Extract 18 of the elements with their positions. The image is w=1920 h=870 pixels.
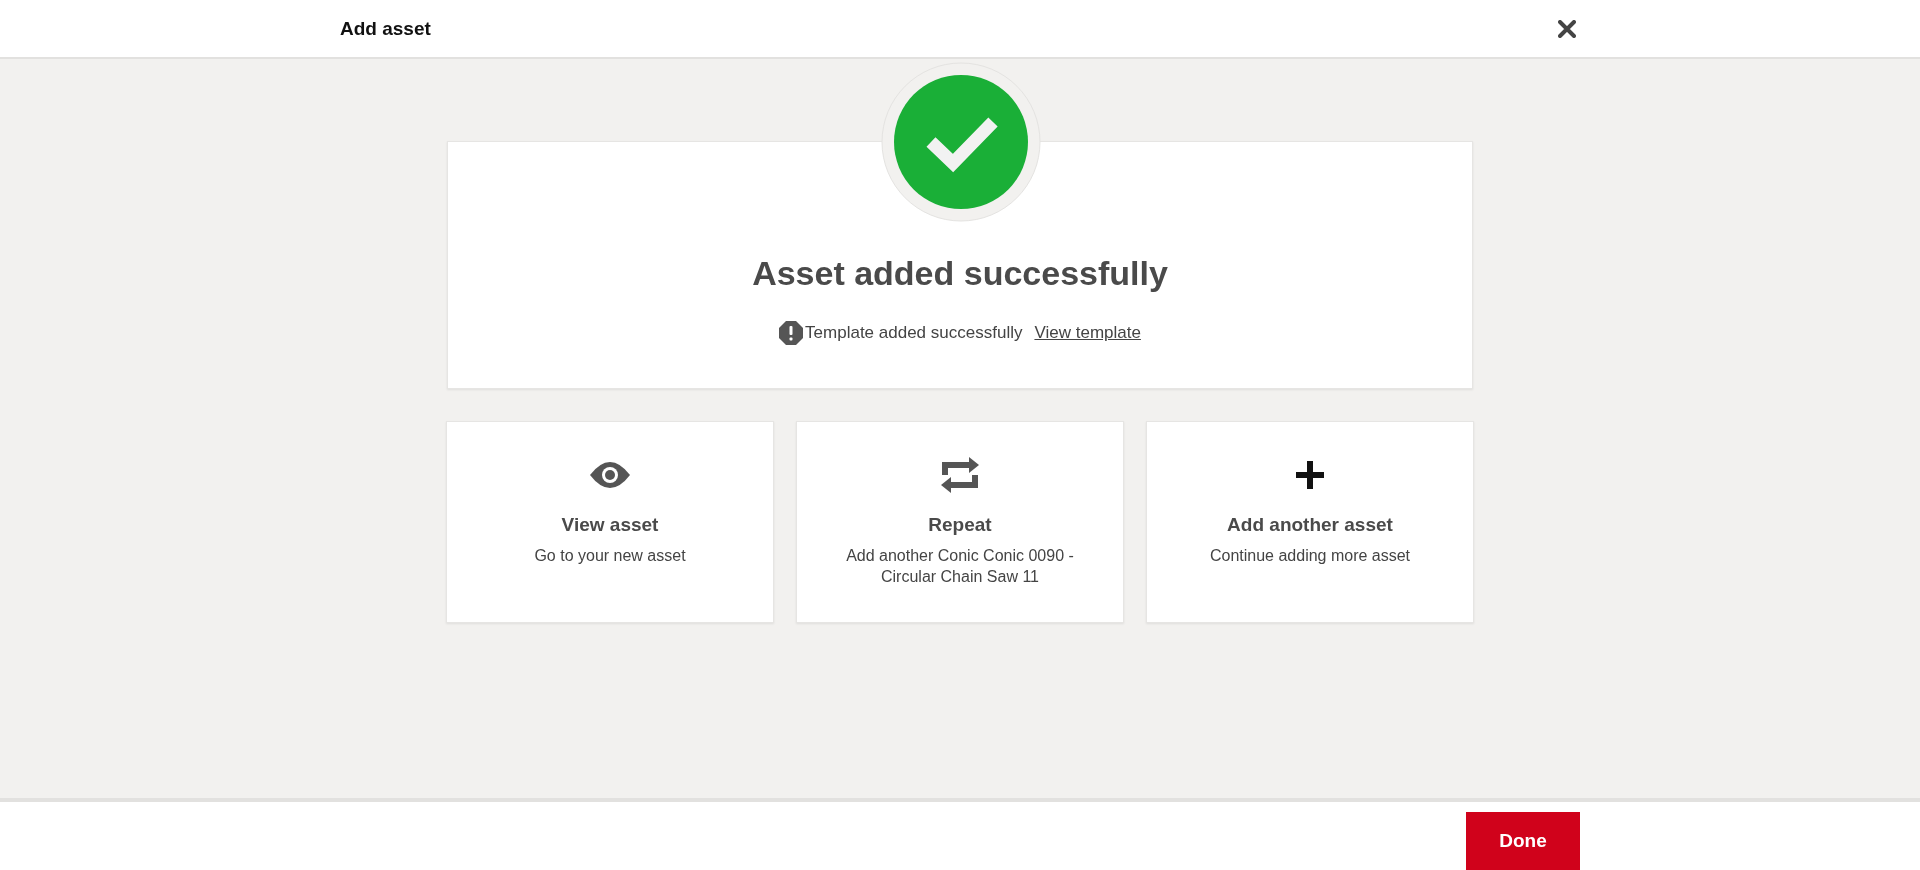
tile-title: View asset (561, 514, 659, 536)
tile-description: Continue adding more asset (1209, 546, 1411, 566)
tile-title: Add another asset (1227, 514, 1393, 536)
repeat-icon (941, 455, 979, 495)
exclamation-icon (779, 321, 804, 345)
done-button[interactable]: Done (1466, 812, 1580, 870)
plus-icon (1296, 461, 1324, 489)
success-heading: Asset added successfully (752, 254, 1168, 293)
action-tile[interactable]: Repeat Add another Conic Conic 0090 - Circular Chain Saw 11 (796, 421, 1124, 623)
view-template-link[interactable]: View template (1034, 323, 1141, 343)
tile-title: Repeat (928, 514, 992, 536)
tile-description: Go to your new asset (534, 546, 686, 566)
action-tile[interactable]: Add another asset Continue adding more asset (1146, 421, 1474, 623)
eye-icon (590, 462, 630, 488)
action-tile[interactable]: View asset Go to your new asset (446, 421, 774, 623)
tile-description: Add another Conic Conic 0090 - Circular Chain Saw 11 (845, 546, 1075, 587)
notice-text: Template added successfully (805, 323, 1023, 343)
dialog-title: Add asset (340, 17, 431, 40)
